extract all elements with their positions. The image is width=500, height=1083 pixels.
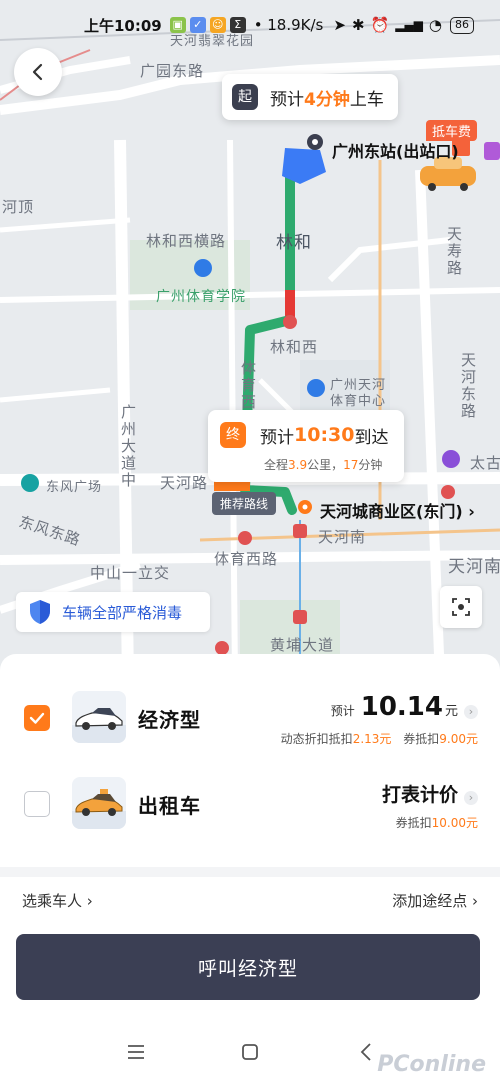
map-label: 河顶 (2, 198, 35, 216)
app-notification-icon: ☺ (209, 17, 226, 33)
map-label: 天河东路 (459, 352, 477, 420)
check-icon (29, 712, 45, 724)
destination-name[interactable]: 天河城商业区(东门) › (320, 498, 475, 522)
clock: 上午10:09 (84, 16, 162, 35)
app-notification-icon: ▣ (169, 17, 186, 33)
map-label: 广州天河 体育中心 (330, 378, 387, 409)
route-summary: 全程3.9公里，17分钟 (264, 456, 382, 473)
pickup-suffix: 上车 (349, 89, 384, 110)
home-nav-icon[interactable] (242, 1044, 258, 1060)
economy-car-icon (72, 691, 126, 743)
disinfect-text: 车辆全部严格消毒 (62, 603, 183, 622)
end-badge: 终 (220, 422, 246, 448)
economy-price[interactable]: 预计 10.14 元 › (331, 692, 478, 722)
meter-price-text: 打表计价 (381, 784, 458, 806)
taxi-checkbox[interactable] (24, 791, 50, 817)
ride-option-taxi[interactable]: 出租车 打表计价 › 券抵扣10.00元 (0, 760, 500, 850)
disinfect-banner[interactable]: 车辆全部严格消毒 (16, 592, 210, 632)
watermark-logo: PConline (377, 1052, 486, 1077)
signal-icon: ▂▄▆ (395, 18, 423, 32)
taxi-price[interactable]: 打表计价 › (382, 780, 478, 807)
map-label: 天河路 (160, 474, 209, 492)
shield-icon (30, 600, 50, 624)
pickup-minutes: 4分钟 (304, 89, 350, 110)
dot-icon: • (253, 16, 263, 34)
wifi-icon: ◔ (428, 16, 442, 34)
chevron-right-icon: › (464, 791, 478, 805)
price-unit: 元 (444, 704, 458, 719)
status-bar: 上午10:09 ▣ ✓ ☺ Σ • 18.9K/s ➤ ✱ ⏰ ▂▄▆ ◔ 86 (0, 0, 500, 50)
ride-option-economy[interactable]: 经济型 预计 10.14 元 › 动态折扣抵扣2.13元 券抵扣9.00元 (0, 674, 500, 764)
chevron-left-icon (32, 63, 43, 81)
distance-prefix: 全程 (264, 458, 289, 472)
map-label: 广州体育学院 (156, 289, 246, 305)
coupon-value: 10.00元 (431, 816, 478, 830)
chevron-right-icon: › (82, 892, 93, 910)
discount-value: 2.13元 (352, 732, 392, 746)
bluetooth-icon: ✱ (351, 16, 365, 34)
locate-icon (452, 598, 470, 616)
map-label: 林和 (276, 233, 312, 253)
destination-label: 天河城商业区(东门) (320, 502, 463, 521)
map-label: 太古 (470, 454, 500, 472)
app-notification-icon: Σ (229, 17, 246, 33)
map-label: 广州大道中 (119, 404, 137, 489)
recommended-route-tag[interactable]: 推荐路线 (212, 492, 277, 515)
discount-label: 动态折扣抵扣 (280, 732, 353, 746)
economy-checkbox[interactable] (24, 705, 50, 731)
map-label: 黄埔大道 (270, 636, 335, 654)
taxi-discounts: 券抵扣10.00元 (396, 814, 478, 831)
pickup-eta-card[interactable]: 起 预计 4分钟 上车 (222, 74, 398, 120)
map-label: 天河南 (318, 528, 367, 546)
menu-nav-icon[interactable] (128, 1045, 144, 1059)
location-icon: ➤ (333, 16, 346, 34)
battery-indicator: 86 (450, 16, 474, 34)
economy-name: 经济型 (138, 708, 201, 732)
extra-options: 选乘车人 › 添加途经点 › (0, 890, 500, 914)
ride-options-sheet: 经济型 预计 10.14 元 › 动态折扣抵扣2.13元 券抵扣9.00元 出租… (0, 654, 500, 1083)
alarm-icon: ⏰ (370, 16, 390, 34)
distance-value: 3.9 (288, 458, 308, 472)
taxi-name: 出租车 (138, 794, 201, 818)
start-badge: 起 (232, 84, 258, 110)
chevron-right-icon: › (467, 892, 478, 910)
map-label: 广园东路 (140, 62, 205, 80)
price-value: 10.14 (360, 692, 443, 722)
map-label: 东风广场 (46, 480, 103, 495)
choose-passenger-link[interactable]: 选乘车人 › (22, 890, 93, 911)
coupon-value: 9.00元 (439, 732, 478, 746)
price-prefix: 预计 (330, 704, 355, 718)
economy-discounts: 动态折扣抵扣2.13元 券抵扣9.00元 (281, 730, 478, 747)
arrival-time: 10:30 (294, 424, 355, 446)
choose-passenger-label: 选乘车人 (22, 892, 83, 910)
back-nav-icon[interactable] (360, 1043, 371, 1061)
app-notification-icon: ✓ (189, 17, 206, 33)
back-button[interactable] (14, 48, 62, 96)
pickup-prefix: 预计 (270, 89, 304, 110)
duration-unit: 分钟 (358, 458, 383, 472)
recenter-button[interactable] (440, 586, 482, 628)
section-divider (0, 867, 500, 877)
dest-prefix: 预计 (260, 427, 294, 448)
dest-suffix: 到达 (354, 427, 389, 448)
coupon-label: 券抵扣 (403, 732, 440, 746)
chevron-right-icon: › (468, 502, 475, 521)
destination-eta-card[interactable]: 终 预计 10:30 到达 全程3.9公里，17分钟 (208, 410, 404, 482)
pickup-station-name[interactable]: 广州东站(出站口) (332, 138, 459, 162)
call-ride-button[interactable]: 呼叫经济型 (16, 934, 480, 1000)
map-label: 体育西路 (214, 550, 279, 568)
duration-value: 17 (343, 458, 359, 472)
map-label: 天河南 (448, 557, 500, 577)
network-speed: 18.9K/s (267, 16, 324, 34)
taxi-car-icon (72, 777, 126, 829)
coupon-label: 券抵扣 (395, 816, 432, 830)
map-label: 林和西横路 (146, 232, 227, 250)
map-label: 天寿路 (445, 226, 463, 277)
map-label: 中山一立交 (90, 564, 171, 582)
add-waypoint-link[interactable]: 添加途经点 › (392, 890, 478, 911)
chevron-right-icon: › (464, 705, 478, 719)
map-label: 林和西 (270, 338, 319, 356)
add-waypoint-label: 添加途经点 (392, 892, 468, 910)
distance-unit: 公里， (307, 458, 344, 472)
